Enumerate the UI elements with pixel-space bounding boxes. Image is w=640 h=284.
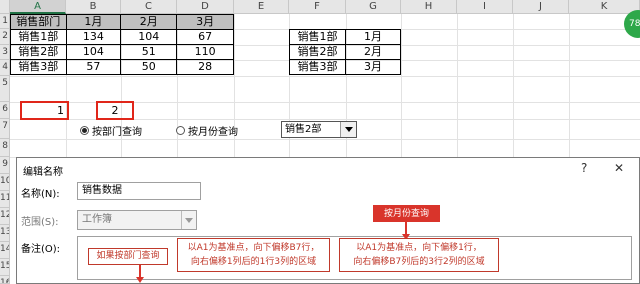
row-header-11[interactable]: 11 [0, 191, 10, 208]
table-row: 销售1部 1月 [289, 29, 402, 45]
dept-combo-box[interactable]: 销售2部 [281, 121, 357, 138]
status-badge: 78 [624, 10, 640, 38]
callout-by-month: 按月份查询 [373, 205, 440, 222]
row-header-9[interactable]: 9 [0, 157, 10, 174]
comment-label: 备注(O): [21, 244, 61, 255]
help-button[interactable]: ? [581, 161, 587, 175]
col-header-g[interactable]: G [346, 0, 401, 14]
table-cell[interactable]: 51 [120, 44, 178, 60]
lookup-table: 销售1部 1月 销售2部 2月 销售3部 3月 [289, 29, 402, 75]
callout-line: 向右偏移1列后的1行3列的区域 [190, 257, 317, 267]
row-header-1[interactable]: 1 [0, 14, 10, 29]
table-cell[interactable]: 3月 [344, 59, 402, 75]
col-header-j[interactable]: J [513, 0, 569, 14]
table-cell[interactable]: 销售2部 [289, 44, 346, 60]
table-cell[interactable]: 销售2部 [10, 44, 67, 60]
name-input[interactable]: 销售数据 [77, 182, 201, 200]
table-cell[interactable]: 1月 [344, 29, 402, 45]
row-header-6[interactable]: 6 [0, 102, 10, 119]
scope-value: 工作簿 [82, 214, 112, 225]
table-row: 销售2部 2月 [289, 44, 402, 60]
close-button[interactable]: ✕ [614, 161, 624, 175]
cell-a6[interactable]: 1 [22, 103, 66, 118]
table-row: 销售3部 3月 [289, 59, 402, 75]
col-header-f[interactable]: F [289, 0, 346, 14]
radio-by-month-label: 按月份查询 [188, 127, 238, 138]
row-header-13[interactable]: 13 [0, 225, 10, 242]
radio-selected-icon [80, 126, 89, 135]
table-cell[interactable]: 销售3部 [289, 59, 346, 75]
row-header-5[interactable]: 5 [0, 76, 10, 102]
col-header-d[interactable]: D [177, 0, 234, 14]
radio-unselected-icon [176, 126, 185, 135]
table-cell[interactable]: 104 [65, 44, 122, 60]
col-header-i[interactable]: I [457, 0, 513, 14]
table-cell[interactable]: 104 [120, 29, 178, 45]
name-label: 名称(N): [21, 189, 60, 200]
col-header-e[interactable]: E [234, 0, 289, 14]
select-all-corner[interactable] [0, 0, 10, 14]
table-cell[interactable]: 销售3部 [10, 59, 67, 75]
scope-label: 范围(S): [21, 217, 59, 228]
row-header-16[interactable]: 16 [0, 276, 10, 284]
callout-dept-explain: 以A1为基准点，向下偏移B7行， 向右偏移1列后的1行3列的区域 [177, 238, 330, 272]
row-header-8[interactable]: 8 [0, 139, 10, 157]
dialog-title: 编辑名称 [23, 167, 63, 178]
row-header-7[interactable]: 7 [0, 119, 10, 139]
table-header-cell[interactable]: 3月 [176, 14, 234, 30]
col-header-h[interactable]: H [401, 0, 457, 14]
cell-c6[interactable]: 2 [98, 103, 132, 118]
table-cell[interactable]: 28 [176, 59, 234, 75]
col-header-a[interactable]: A [10, 0, 66, 14]
radio-by-dept[interactable]: 按部门查询 [80, 123, 142, 138]
table-row: 销售2部 104 51 110 [10, 44, 234, 60]
col-header-c[interactable]: C [121, 0, 177, 14]
table-header-cell[interactable]: 销售部门 [10, 14, 67, 30]
table-cell[interactable]: 销售1部 [289, 29, 346, 45]
radio-by-month[interactable]: 按月份查询 [176, 123, 238, 138]
row-header-2[interactable]: 2 [0, 29, 10, 45]
row-header-4[interactable]: 4 [0, 60, 10, 76]
table-cell[interactable]: 2月 [344, 44, 402, 60]
scope-select: 工作簿 [77, 210, 197, 230]
table-cell[interactable]: 57 [65, 59, 122, 75]
callout-month-explain: 以A1为基准点，向下偏移1行， 向右偏移B7列后的3行2列的区域 [339, 238, 499, 272]
table-cell[interactable]: 67 [176, 29, 234, 45]
combo-value: 销售2部 [285, 124, 322, 135]
table-header-cell[interactable]: 1月 [65, 14, 122, 30]
row-header-14[interactable]: 14 [0, 242, 10, 259]
table-cell[interactable]: 销售1部 [10, 29, 67, 45]
row-header-3[interactable]: 3 [0, 45, 10, 60]
table-cell[interactable]: 134 [65, 29, 122, 45]
col-header-b[interactable]: B [66, 0, 121, 14]
table-cell[interactable]: 50 [120, 59, 178, 75]
table-row: 销售1部 134 104 67 [10, 29, 234, 45]
table-row: 销售3部 57 50 28 [10, 59, 234, 75]
callout-by-dept: 如果按部门查询 [88, 248, 168, 265]
callout-line: 以A1为基准点，向下偏移1行， [356, 243, 482, 253]
callout-line: 以A1为基准点，向下偏移B7行， [187, 243, 320, 253]
callout-line: 向右偏移B7列后的3行2列的区域 [353, 257, 485, 267]
arrow-down-icon [136, 277, 144, 283]
radio-by-dept-label: 按部门查询 [92, 127, 142, 138]
table-header-cell[interactable]: 2月 [120, 14, 178, 30]
dropdown-arrow-icon[interactable] [340, 122, 356, 137]
row-header-10[interactable]: 10 [0, 174, 10, 191]
sales-table: 销售部门 1月 2月 3月 销售1部 134 104 67 销售2部 104 5… [10, 14, 234, 75]
chevron-down-icon [181, 211, 196, 229]
row-header-15[interactable]: 15 [0, 259, 10, 276]
row-header-12[interactable]: 12 [0, 208, 10, 225]
table-cell[interactable]: 110 [176, 44, 234, 60]
